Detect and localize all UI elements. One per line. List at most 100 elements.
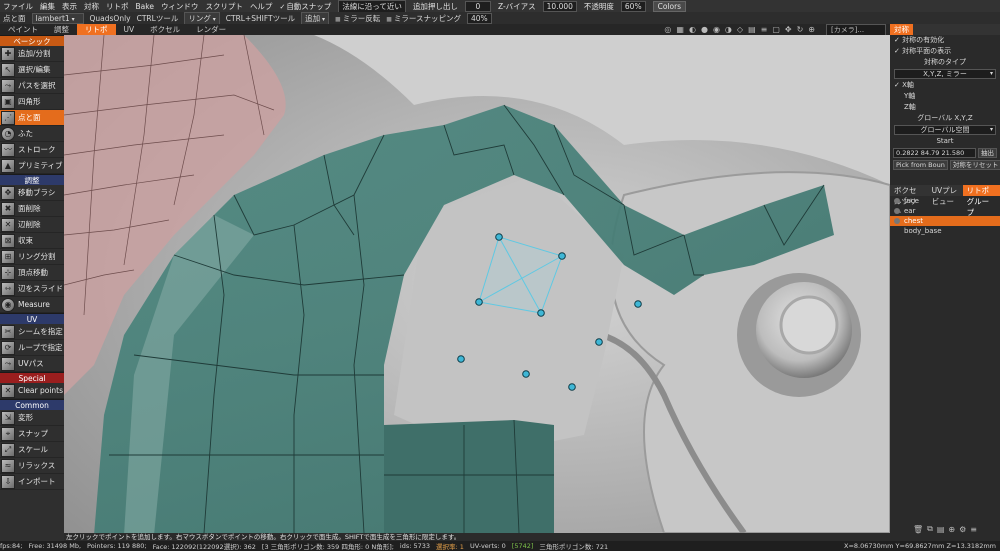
tool-clear-points[interactable]: ✕ Clear points xyxy=(0,383,64,399)
tool-delete-face[interactable]: ✖ 面削除 xyxy=(0,201,64,217)
tab-uv-preview[interactable]: UVプレビュー xyxy=(928,185,963,206)
tab-retopo-groups[interactable]: リトポグループ xyxy=(962,185,1000,217)
tool-vertex-move[interactable]: ⊹ 頂点移動 xyxy=(0,265,64,281)
list-item[interactable]: body_base xyxy=(890,226,1000,236)
add-extrude-field[interactable]: 0 xyxy=(464,0,491,12)
light-icon[interactable]: ◐ xyxy=(689,25,696,34)
tool-primitive[interactable]: ▲ プリミティブ xyxy=(0,158,64,174)
tool-ring-split[interactable]: ⊞ リング分割 xyxy=(0,249,64,265)
menu-window[interactable]: ウィンドウ xyxy=(161,1,199,12)
tool-mark-seam[interactable]: ✂ シームを指定 xyxy=(0,324,64,340)
tab-paint[interactable]: ペイント xyxy=(0,24,46,35)
settings-icon[interactable]: ⚙ xyxy=(959,525,966,534)
reset-symmetry-button[interactable]: 対称をリセット xyxy=(949,160,1000,170)
camera-select[interactable]: [カメラ]... xyxy=(826,23,886,36)
menu-help[interactable]: ヘルプ xyxy=(250,1,273,12)
tool-cap[interactable]: ◔ ふた xyxy=(0,126,64,142)
mirror-snap-field[interactable]: 40% xyxy=(467,12,492,24)
tab-voxel-tree[interactable]: ボクセルツリー xyxy=(890,185,928,217)
tool-collapse[interactable]: ⊠ 収束 xyxy=(0,233,64,249)
merge-icon[interactable]: ⊕ xyxy=(948,525,955,534)
tool-points-faces[interactable]: ⋰ 点と面 xyxy=(0,110,64,126)
symmetry-type-select[interactable]: X,Y,Z, ミラー xyxy=(894,69,996,79)
tool-stroke[interactable]: 〰ストローク xyxy=(0,142,64,158)
3d-viewport[interactable] xyxy=(64,35,890,533)
point-2[interactable] xyxy=(558,252,566,260)
tool-snap[interactable]: ⌖ スナップ xyxy=(0,426,64,442)
layer-select[interactable]: lambert1 xyxy=(31,12,84,24)
tab-adjust[interactable]: 調整 xyxy=(46,24,77,35)
new-layer-icon[interactable]: ▤ xyxy=(937,525,945,534)
auto-snap-toggle[interactable]: 自動スナップ xyxy=(279,1,331,12)
wire-icon[interactable]: ◇ xyxy=(737,25,743,34)
drop-icon[interactable]: ◉ xyxy=(713,25,720,34)
mirror-flip-toggle[interactable]: ミラー反転 xyxy=(335,13,381,24)
tool-move-brush[interactable]: ✥ 移動ブラシ xyxy=(0,185,64,201)
menu-icon[interactable]: ≡ xyxy=(970,525,977,534)
x-axis-toggle[interactable]: X軸 xyxy=(890,80,1000,91)
tool-edge-slide[interactable]: ⇿ 辺をスライド xyxy=(0,281,64,297)
eye-icon[interactable] xyxy=(894,228,900,234)
tool-transform[interactable]: ⇲ 変形 xyxy=(0,410,64,426)
eye-icon[interactable] xyxy=(894,218,900,224)
point-7[interactable] xyxy=(457,355,465,363)
menu-script[interactable]: スクリプト xyxy=(205,1,243,12)
snap-mode-select[interactable]: 法線に沿って近い xyxy=(338,0,406,13)
tool-uv-path[interactable]: ⤳ UVパス xyxy=(0,356,64,372)
eye-icon[interactable] xyxy=(894,208,900,214)
trash-icon[interactable]: 🗑 xyxy=(913,525,923,534)
menu-edit[interactable]: 編集 xyxy=(40,1,55,12)
section-adjust-header[interactable]: 調整 xyxy=(0,174,64,185)
tab-render[interactable]: レンダー xyxy=(188,24,234,35)
show-symmetry-plane-toggle[interactable]: 対称平面の表示 xyxy=(890,46,1000,57)
tab-uv[interactable]: UV xyxy=(116,24,143,35)
zoom-icon[interactable]: ⊕ xyxy=(808,25,815,34)
start-values-field[interactable]: 0.2822 84.79 21.580 xyxy=(893,148,976,158)
layers-icon[interactable]: ≡ xyxy=(761,25,768,34)
point-6[interactable] xyxy=(595,338,603,346)
colors-button[interactable]: Colors xyxy=(652,0,687,12)
point-8[interactable] xyxy=(522,370,530,378)
shading-icon[interactable]: ◑ xyxy=(725,25,732,34)
tab-voxel[interactable]: ボクセル xyxy=(142,24,188,35)
point-5[interactable] xyxy=(634,300,642,308)
tool-add-split[interactable]: ✚ 追加/分割 xyxy=(0,46,64,62)
tool-relax[interactable]: ≈ リラックス xyxy=(0,458,64,474)
point-4[interactable] xyxy=(537,309,545,317)
menu-view[interactable]: 表示 xyxy=(62,1,77,12)
mirror-snap-toggle[interactable]: ミラースナッピング xyxy=(386,13,461,24)
tool-scale[interactable]: ⤢ スケール xyxy=(0,442,64,458)
move-icon[interactable]: ✥ xyxy=(785,25,792,34)
list-item[interactable]: ear xyxy=(890,206,1000,216)
list-item[interactable]: chest xyxy=(890,216,1000,226)
section-basic-header[interactable]: ベーシック xyxy=(0,35,64,46)
extract-button[interactable]: 抽出 xyxy=(978,148,997,158)
y-axis-toggle[interactable]: Y軸 xyxy=(890,91,1000,102)
rotate-icon[interactable]: ↻ xyxy=(797,25,804,34)
global-space-select[interactable]: グローバル空間 xyxy=(894,125,996,135)
menu-retopo[interactable]: リトポ xyxy=(106,1,129,12)
quads-only-toggle[interactable]: QuadsOnly xyxy=(90,14,131,23)
tool-import[interactable]: ⇩ インポート xyxy=(0,474,64,490)
section-uv-header[interactable]: UV xyxy=(0,313,64,324)
grid-icon[interactable]: ▦ xyxy=(676,25,684,34)
stats-icon[interactable]: ▤ xyxy=(748,25,756,34)
section-common-header[interactable]: Common xyxy=(0,399,64,410)
tab-retopo[interactable]: リトポ xyxy=(77,24,116,35)
point-9[interactable] xyxy=(568,383,576,391)
eye-icon[interactable] xyxy=(894,198,900,204)
tool-delete-edge[interactable]: ✕ 辺削除 xyxy=(0,217,64,233)
enable-symmetry-toggle[interactable]: 対称の有効化 xyxy=(890,35,1000,46)
pick-from-bound-button[interactable]: Pick from Boun xyxy=(893,160,948,170)
menu-bake[interactable]: Bake xyxy=(136,2,154,11)
section-special-header[interactable]: Special xyxy=(0,372,64,383)
point-1[interactable] xyxy=(495,233,503,241)
tool-path-select[interactable]: ⤳ パスを選択 xyxy=(0,78,64,94)
point-3[interactable] xyxy=(475,298,483,306)
ctrl-tool-select[interactable]: リング xyxy=(184,11,220,25)
sphere-icon[interactable]: ● xyxy=(701,25,708,34)
tool-select-edit[interactable]: ↖ 選択/編集 xyxy=(0,62,64,78)
menu-file[interactable]: ファイル xyxy=(3,1,33,12)
tool-loop-mark[interactable]: ⟳ ループで指定 xyxy=(0,340,64,356)
symmetry-tab[interactable]: 対称 xyxy=(890,24,913,35)
